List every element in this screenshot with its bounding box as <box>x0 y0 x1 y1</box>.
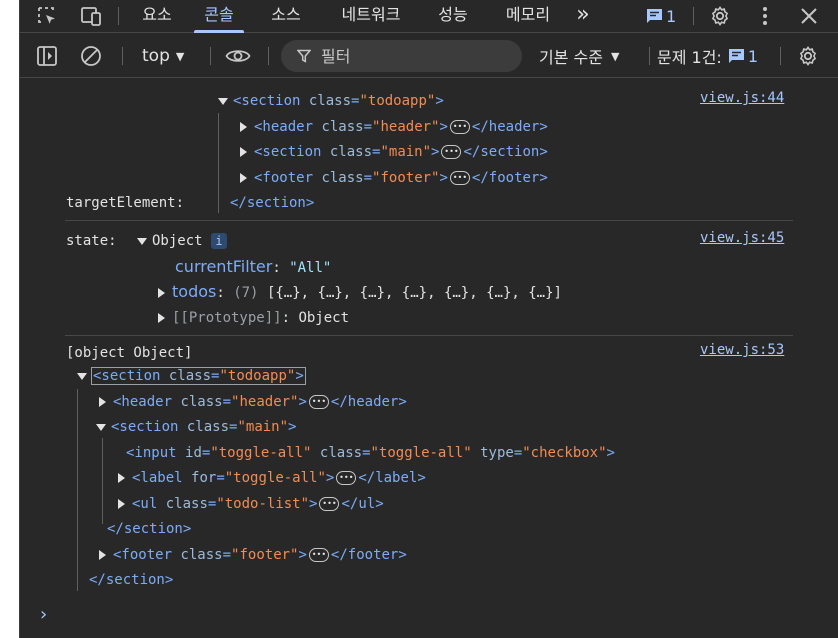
expand-triangle-icon[interactable] <box>77 372 87 380</box>
expand-triangle-icon[interactable] <box>99 397 106 407</box>
dom-node-close: </section> <box>89 572 174 588</box>
console-settings-gear-icon[interactable] <box>794 40 822 72</box>
inspect-element-icon[interactable] <box>32 0 62 32</box>
property-current-filter: currentFilter: "All" <box>175 257 332 276</box>
devtools-tabbar: 요소 콘솔 소스 네트워크 성능 메모리 » 1 <box>20 0 838 33</box>
tree-guide <box>218 113 219 213</box>
chevron-down-icon: ▼ <box>610 49 620 63</box>
dom-node-section-todoapp[interactable]: <section class="todoapp"> <box>218 90 444 112</box>
issues-label: 문제 1건: <box>657 48 722 67</box>
tabbar-separator <box>118 7 119 25</box>
more-options-icon[interactable] <box>752 0 778 32</box>
filter-icon <box>297 49 311 63</box>
toolbar-separator <box>122 47 123 65</box>
toolbar-separator <box>649 47 650 65</box>
dom-node-ul[interactable]: <ul class="todo-list"></ul> <box>118 493 384 515</box>
tab-performance[interactable]: 성능 <box>428 0 478 32</box>
messages-badge[interactable]: 1 <box>646 0 676 32</box>
collapsed-children-icon[interactable] <box>449 167 470 189</box>
expand-triangle-icon[interactable] <box>158 313 165 323</box>
clear-console-icon[interactable] <box>78 40 104 72</box>
devtools-panel: 요소 콘솔 소스 네트워크 성능 메모리 » 1 top ▼ 필터 기본 수준 … <box>19 0 838 638</box>
expand-triangle-icon[interactable] <box>218 97 228 105</box>
tabbar-separator <box>693 7 694 25</box>
tab-memory[interactable]: 메모리 <box>495 0 561 32</box>
close-icon[interactable] <box>795 0 823 32</box>
device-toolbar-icon[interactable] <box>76 0 106 32</box>
expand-triangle-icon[interactable] <box>99 550 106 560</box>
tree-guide <box>102 438 103 524</box>
sidebar-toggle-icon[interactable] <box>34 40 60 72</box>
collapsed-children-icon[interactable] <box>449 116 470 138</box>
collapsed-children-icon[interactable] <box>308 544 329 566</box>
dom-node-footer[interactable]: <footer class="footer"></footer> <box>240 167 548 189</box>
log-label: targetElement: <box>66 195 185 211</box>
message-icon <box>728 49 744 63</box>
expand-triangle-icon[interactable] <box>240 147 247 157</box>
collapsed-children-icon[interactable] <box>336 467 357 489</box>
log-levels-dropdown[interactable]: 기본 수준 ▼ <box>539 42 619 70</box>
dom-node-section-main[interactable]: <section class="main"></section> <box>240 141 548 163</box>
toolbar-separator <box>210 47 211 65</box>
log-levels-label: 기본 수준 <box>539 48 603 67</box>
issues-button[interactable]: 문제 1건: 1 <box>657 42 758 70</box>
log-label: [object Object] <box>66 345 193 361</box>
tab-console[interactable]: 콘솔 <box>194 0 244 32</box>
expand-triangle-icon[interactable] <box>118 473 125 483</box>
object-root[interactable]: Object i <box>137 230 228 252</box>
live-expression-eye-icon[interactable] <box>223 40 253 72</box>
property-prototype[interactable]: [[Prototype]]: Object <box>158 307 349 329</box>
console-messages: <section class="todoapp"> view.js:44 <he… <box>20 79 838 638</box>
filter-box[interactable] <box>281 40 522 72</box>
context-selector[interactable]: top ▼ <box>142 42 184 70</box>
dom-node-header[interactable]: <header class="header"></header> <box>240 116 548 138</box>
dom-node-section-todoapp[interactable]: <section class="todoapp"> <box>77 365 306 387</box>
dom-node-section-main[interactable]: <section class="main"> <box>96 416 296 438</box>
info-icon[interactable]: i <box>211 233 228 249</box>
tab-network[interactable]: 네트워크 <box>326 0 416 32</box>
tab-elements[interactable]: 요소 <box>132 0 182 32</box>
dom-node-footer[interactable]: <footer class="footer"></footer> <box>99 544 407 566</box>
toolbar-separator <box>268 47 269 65</box>
property-todos[interactable]: todos: (7) [{…}, {…}, {…}, {…}, {…}, {…}… <box>158 281 562 303</box>
dom-node-close: </section> <box>230 195 315 211</box>
expand-triangle-icon[interactable] <box>137 237 147 245</box>
page-edge <box>0 0 19 638</box>
dom-node-input[interactable]: <input id="toggle-all" class="toggle-all… <box>126 442 615 464</box>
collapsed-children-icon[interactable] <box>441 141 462 163</box>
dom-node-header[interactable]: <header class="header"></header> <box>99 391 407 413</box>
console-prompt[interactable]: › <box>38 604 49 625</box>
context-label: top <box>142 46 170 66</box>
dom-node-close: </section> <box>107 521 192 537</box>
source-link[interactable]: view.js:53 <box>700 342 784 358</box>
collapsed-children-icon[interactable] <box>319 493 340 515</box>
expand-triangle-icon[interactable] <box>158 288 165 298</box>
message-icon <box>647 9 662 23</box>
more-tabs-button[interactable]: » <box>568 0 598 32</box>
expand-triangle-icon[interactable] <box>240 173 247 183</box>
message-separator <box>65 220 793 221</box>
source-link[interactable]: view.js:45 <box>700 230 784 246</box>
chevron-down-icon: ▼ <box>175 49 185 63</box>
active-tab-indicator <box>194 30 244 33</box>
expand-triangle-icon[interactable] <box>96 423 106 431</box>
log-label: state: <box>66 233 117 249</box>
toolbar-separator <box>780 47 781 65</box>
tree-guide <box>77 389 78 591</box>
issues-count: 1 <box>728 47 758 66</box>
filter-input[interactable] <box>321 46 501 66</box>
console-toolbar: top ▼ 기본 수준 ▼ 문제 1건: 1 <box>20 34 838 78</box>
source-link[interactable]: view.js:44 <box>700 90 784 106</box>
expand-triangle-icon[interactable] <box>118 499 125 509</box>
messages-count: 1 <box>666 6 677 26</box>
collapsed-children-icon[interactable] <box>308 391 329 413</box>
tab-sources[interactable]: 소스 <box>261 0 311 32</box>
expand-triangle-icon[interactable] <box>240 122 247 132</box>
settings-gear-icon[interactable] <box>706 0 734 32</box>
message-separator <box>65 335 793 336</box>
dom-node-label[interactable]: <label for="toggle-all"></label> <box>118 467 426 489</box>
